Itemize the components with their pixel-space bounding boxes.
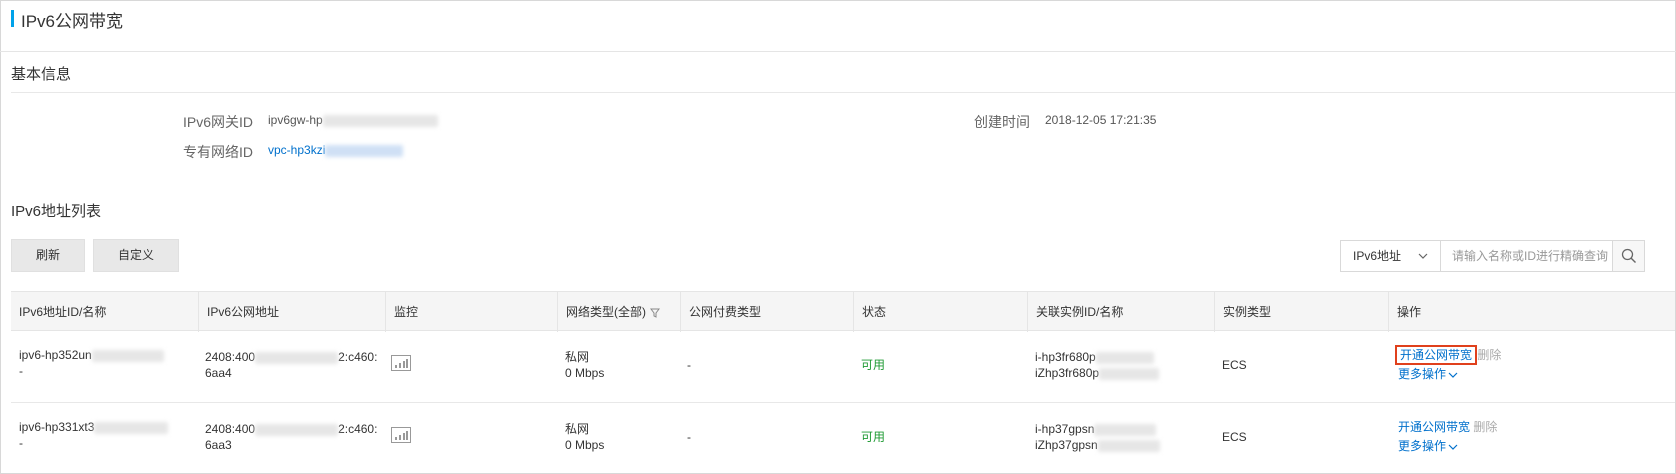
address-suffix: 2:c460:	[338, 422, 378, 436]
chevron-down-icon	[1418, 253, 1428, 259]
ipv6-id-cell: ipv6-hp331xt3 -	[19, 419, 169, 451]
redacted-blur	[322, 114, 438, 127]
chevron-down-icon	[1448, 444, 1458, 450]
instance-cell: i-hp37gpsn iZhp37gpsn	[1035, 421, 1160, 453]
redacted-blur	[1099, 367, 1160, 380]
open-bandwidth-link[interactable]: 开通公网带宽	[1398, 420, 1470, 434]
more-actions-dropdown[interactable]: 更多操作	[1398, 366, 1598, 382]
table-header: IPv6地址ID/名称 IPv6公网地址 监控 网络类型(全部) 公网付费类型 …	[11, 291, 1675, 332]
network-type: 私网	[565, 350, 590, 364]
col-actions: 操作	[1388, 292, 1675, 332]
col-pay-type: 公网付费类型	[680, 292, 853, 332]
bandwidth: 0 Mbps	[565, 438, 605, 452]
more-actions-label: 更多操作	[1398, 439, 1447, 453]
col-monitor: 监控	[385, 292, 557, 332]
network-type-cell: 私网 0 Mbps	[565, 421, 604, 453]
address-suffix: 2:c460:	[338, 350, 378, 364]
col-id-name: IPv6地址ID/名称	[19, 305, 107, 319]
more-actions-label: 更多操作	[1398, 367, 1447, 381]
search-field-select[interactable]: IPv6地址	[1341, 241, 1441, 271]
instance-cell: i-hp3fr680p iZhp3fr680p	[1035, 349, 1160, 381]
status-badge: 可用	[861, 358, 886, 372]
redacted-blur	[1095, 351, 1154, 364]
search-button[interactable]	[1612, 240, 1645, 272]
address-line2: 6aa3	[205, 438, 232, 452]
monitor-chart-icon[interactable]	[391, 427, 411, 443]
vpc-id-value[interactable]: vpc-hp3kzi	[268, 143, 404, 157]
public-address-cell: 2408:400 2:c460: 6aa3	[205, 421, 377, 453]
divider	[11, 92, 1675, 93]
delete-link[interactable]: 删除	[1473, 420, 1497, 434]
pay-type-cell: -	[687, 358, 691, 372]
search-select-value: IPv6地址	[1353, 249, 1402, 263]
status-badge: 可用	[861, 430, 886, 444]
table-row: ipv6-hp352un - 2408:400 2:c460: 6aa4 私网 0…	[11, 331, 1675, 403]
redacted-blur	[325, 144, 404, 157]
customize-button[interactable]: 自定义	[93, 239, 179, 272]
created-time-label: 创建时间	[974, 114, 1030, 130]
chevron-down-icon	[1448, 372, 1458, 378]
gateway-id-text: ipv6gw-hp	[268, 113, 323, 127]
search-icon	[1621, 248, 1636, 263]
refresh-button[interactable]: 刷新	[11, 239, 85, 272]
address-line2: 6aa4	[205, 366, 232, 380]
ipv6-name: -	[19, 436, 23, 450]
ipv6-name: -	[19, 364, 23, 378]
network-type-cell: 私网 0 Mbps	[565, 349, 604, 381]
redacted-blur	[255, 423, 339, 436]
instance-name: iZhp3fr680p	[1035, 366, 1100, 380]
basic-info-title: 基本信息	[11, 66, 72, 83]
pay-type-cell: -	[687, 430, 691, 444]
ipv6-id-cell: ipv6-hp352un -	[19, 347, 164, 379]
redacted-blur	[91, 349, 164, 362]
redacted-blur	[255, 351, 339, 364]
created-time-value: 2018-12-05 17:21:35	[1045, 113, 1157, 127]
network-type: 私网	[565, 422, 590, 436]
instance-id: i-hp3fr680p	[1035, 350, 1096, 364]
col-status: 状态	[853, 292, 1027, 332]
page-header: IPv6公网带宽	[0, 0, 1676, 52]
address-prefix: 2408:400	[205, 350, 256, 364]
col-instance: 关联实例ID/名称	[1027, 292, 1214, 332]
open-bandwidth-link[interactable]: 开通公网带宽	[1394, 345, 1478, 365]
ipv6-list-title: IPv6地址列表	[11, 203, 102, 220]
redacted-blur	[1097, 439, 1160, 452]
col-network-type[interactable]: 网络类型(全部)	[557, 292, 680, 332]
filter-icon[interactable]	[650, 308, 660, 318]
actions-cell: 开通公网带宽 删除 更多操作	[1398, 419, 1598, 454]
gateway-id-label: IPv6网关ID	[182, 114, 253, 130]
ipv6-id: ipv6-hp331xt3	[19, 420, 95, 434]
bandwidth: 0 Mbps	[565, 366, 605, 380]
monitor-chart-icon[interactable]	[391, 355, 411, 371]
address-prefix: 2408:400	[205, 422, 256, 436]
page-title: IPv6公网带宽	[21, 12, 124, 31]
redacted-blur	[1094, 423, 1157, 436]
search-input[interactable]	[1442, 241, 1610, 271]
gateway-id-value: ipv6gw-hp	[268, 113, 438, 127]
col-public-address: IPv6公网地址	[198, 292, 385, 332]
public-address-cell: 2408:400 2:c460: 6aa4	[205, 349, 377, 381]
actions-cell: 开通公网带宽 删除 更多操作	[1394, 345, 1598, 382]
delete-link[interactable]: 删除	[1477, 348, 1501, 362]
more-actions-dropdown[interactable]: 更多操作	[1398, 438, 1598, 454]
col-network-type-label: 网络类型(全部)	[566, 305, 646, 319]
ipv6-id: ipv6-hp352un	[19, 348, 92, 362]
vpc-id-label: 专有网络ID	[183, 144, 253, 160]
title-accent-bar	[11, 10, 14, 27]
instance-type-cell: ECS	[1222, 430, 1247, 444]
col-instance-type: 实例类型	[1214, 292, 1388, 332]
instance-id: i-hp37gpsn	[1035, 422, 1095, 436]
vpc-id-link[interactable]: vpc-hp3kzi	[268, 143, 325, 157]
search-group: IPv6地址	[1340, 240, 1645, 272]
instance-name: iZhp37gpsn	[1035, 438, 1098, 452]
table-row: ipv6-hp331xt3 - 2408:400 2:c460: 6aa3 私网 …	[11, 403, 1675, 474]
redacted-blur	[94, 421, 169, 434]
instance-type-cell: ECS	[1222, 358, 1247, 372]
